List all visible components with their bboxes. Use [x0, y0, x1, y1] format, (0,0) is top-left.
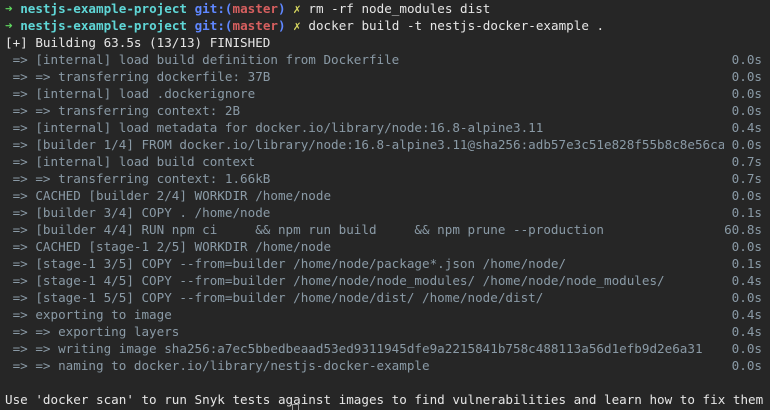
build-step-time: 0.0s: [731, 86, 762, 101]
build-step-text: => [builder 1/4] FROM docker.io/library/…: [5, 137, 724, 152]
build-step: => [internal] load metadata for docker.i…: [0, 119, 770, 136]
dirty-mark-icon: ✗: [293, 1, 301, 16]
build-step: => [stage-1 5/5] COPY --from=builder /ho…: [0, 289, 770, 306]
build-step-text: => CACHED [stage-1 2/5] WORKDIR /home/no…: [5, 239, 332, 254]
build-step-time: 0.4s: [731, 324, 762, 339]
build-step: => => naming to docker.io/library/nestjs…: [0, 357, 770, 374]
build-step-text: => [builder 4/4] RUN npm ci && npm run b…: [5, 222, 604, 237]
build-step: => [builder 3/4] COPY . /home/node 0.1s: [0, 204, 770, 221]
build-step-text: => => naming to docker.io/library/nestjs…: [5, 358, 430, 373]
build-step-text: => => exporting layers: [5, 324, 180, 339]
dirty-mark-icon: ✗: [293, 18, 301, 33]
build-step: => => transferring dockerfile: 37B 0.0s: [0, 68, 770, 85]
build-step: => => transferring context: 2B 0.0s: [0, 102, 770, 119]
build-step-text: => [internal] load .dockerignore: [5, 86, 256, 101]
prompt-directory: nestjs-example-project: [20, 1, 187, 16]
build-step: => [builder 4/4] RUN npm ci && npm run b…: [0, 221, 770, 238]
terminal-window[interactable]: ➜ nestjs-example-project git:(master) ✗ …: [0, 0, 770, 410]
build-step-time: 0.0s: [731, 103, 762, 118]
build-step-text: => => writing image sha256:a7ec5bbedbeaa…: [5, 341, 703, 356]
build-step: => CACHED [builder 2/4] WORKDIR /home/no…: [0, 187, 770, 204]
build-step: => exporting to image 0.4s: [0, 306, 770, 323]
build-step-text: => [stage-1 5/5] COPY --from=builder /ho…: [5, 290, 544, 305]
build-steps-list: => [internal] load build definition from…: [0, 51, 770, 374]
build-step-time: 0.4s: [731, 273, 762, 288]
prompt-git-suffix: ): [278, 18, 286, 33]
build-step-time: 0.0s: [731, 341, 762, 356]
build-step: => [stage-1 4/5] COPY --from=builder /ho…: [0, 272, 770, 289]
prompt-line-1: ➜ nestjs-example-project git:(master) ✗ …: [0, 0, 770, 17]
build-step-text: => exporting to image: [5, 307, 172, 322]
build-step-time: 0.0s: [731, 69, 762, 84]
prompt-git-prefix: git:(: [194, 18, 233, 33]
build-step: => [builder 1/4] FROM docker.io/library/…: [0, 136, 770, 153]
prompt-arrow-icon: ➜: [5, 1, 13, 16]
build-step-text: => [internal] load build context: [5, 154, 256, 169]
build-step-time: 0.7s: [731, 171, 762, 186]
prompt-branch: master: [232, 1, 279, 16]
build-step: => CACHED [stage-1 2/5] WORKDIR /home/no…: [0, 238, 770, 255]
prompt-arrow-icon: ➜: [5, 18, 13, 33]
build-step-time: 60.8s: [724, 222, 762, 237]
build-step: => [internal] load .dockerignore 0.0s: [0, 85, 770, 102]
build-step-time: 0.0s: [731, 239, 762, 254]
prompt-git-prefix: git:(: [194, 1, 233, 16]
build-step-text: => [stage-1 3/5] COPY --from=builder /ho…: [5, 256, 567, 271]
build-step-text: => [internal] load metadata for docker.i…: [5, 120, 544, 135]
build-step: => => writing image sha256:a7ec5bbedbeaa…: [0, 340, 770, 357]
prompt-git-suffix: ): [278, 1, 286, 16]
build-step-time: 0.0s: [731, 290, 762, 305]
build-status-text: [+] Building 63.5s (13/13) FINISHED: [5, 35, 271, 50]
build-step: => => exporting layers 0.4s: [0, 323, 770, 340]
build-step-text: => => transferring context: 1.66kB: [5, 171, 271, 186]
build-step-time: 0.1s: [731, 256, 762, 271]
build-step-time: 0.4s: [731, 120, 762, 135]
build-step: => [internal] load build definition from…: [0, 51, 770, 68]
build-step: => [internal] load build context 0.7s: [0, 153, 770, 170]
build-step: => => transferring context: 1.66kB 0.7s: [0, 170, 770, 187]
build-step-text: => [stage-1 4/5] COPY --from=builder /ho…: [5, 273, 665, 288]
build-step: => [stage-1 3/5] COPY --from=builder /ho…: [0, 255, 770, 272]
build-step-text: => [builder 3/4] COPY . /home/node: [5, 205, 271, 220]
text-cursor: [292, 404, 299, 410]
prompt-line-2: ➜ nestjs-example-project git:(master) ✗ …: [0, 17, 770, 34]
command-text: docker build -t nestjs-docker-example .: [308, 18, 605, 33]
build-step-time: 0.1s: [731, 205, 762, 220]
build-step-text: => => transferring dockerfile: 37B: [5, 69, 271, 84]
build-header: [+] Building 63.5s (13/13) FINISHED: [0, 34, 770, 51]
build-step-text: => => transferring context: 2B: [5, 103, 241, 118]
build-step-time: 0.0s: [731, 358, 762, 373]
build-step-time: 0.0s: [731, 137, 762, 152]
build-step-time: 0.0s: [731, 52, 762, 67]
build-step-time: 0.4s: [731, 307, 762, 322]
docker-scan-tip: Use 'docker scan' to run Snyk tests agai…: [5, 392, 764, 407]
build-step-text: => CACHED [builder 2/4] WORKDIR /home/no…: [5, 188, 332, 203]
prompt-directory: nestjs-example-project: [20, 18, 187, 33]
prompt-branch: master: [232, 18, 279, 33]
build-step-time: 0.7s: [731, 154, 762, 169]
build-step-text: => [internal] load build definition from…: [5, 52, 400, 67]
command-text: rm -rf node_modules dist: [308, 1, 491, 16]
build-step-time: 0.0s: [731, 188, 762, 203]
